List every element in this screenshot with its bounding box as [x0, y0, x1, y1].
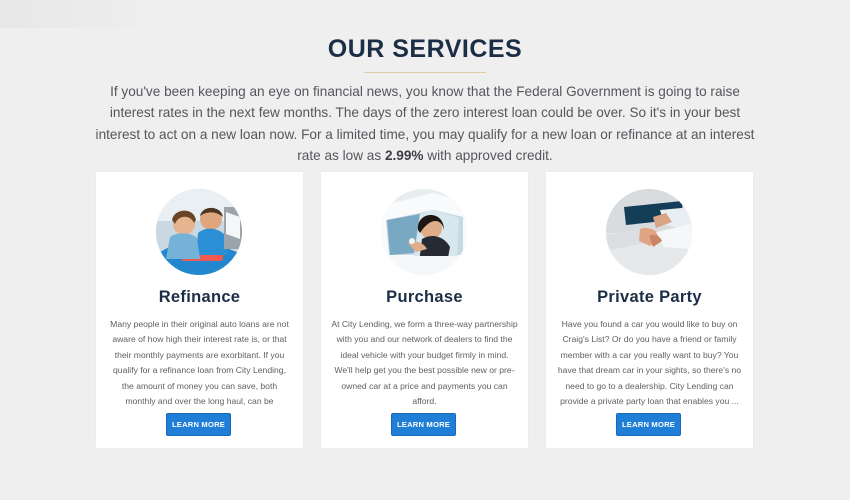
services-title: OUR SERVICES [327, 35, 523, 63]
purchase-image [381, 189, 467, 275]
service-card-private-party: Private Party Have you found a car you w… [546, 172, 753, 448]
private-party-title: Private Party [597, 288, 702, 306]
refinance-learn-more-button[interactable]: LEARN MORE [166, 413, 231, 436]
intro-rate: 2.99% [384, 148, 424, 164]
purchase-title: Purchase [386, 288, 463, 306]
title-divider [364, 72, 486, 73]
purchase-description: At City Lending, we form a three-way par… [331, 319, 518, 407]
intro-suffix: with approved credit. [423, 148, 553, 164]
purchase-learn-more-button[interactable]: LEARN MORE [391, 413, 456, 436]
private-party-description: Have you found a car you would like to b… [557, 319, 742, 407]
service-card-purchase: Purchase At City Lending, we form a thre… [321, 172, 528, 448]
top-left-fade [0, 0, 170, 28]
services-page: OUR SERVICES If you've been keeping an e… [0, 0, 850, 500]
refinance-description: Many people in their original auto loans… [110, 319, 289, 421]
refinance-title: Refinance [158, 288, 241, 306]
services-intro: If you've been keeping an eye on financi… [95, 81, 755, 167]
refinance-image [156, 189, 242, 275]
private-party-image [606, 189, 692, 275]
service-card-refinance: Refinance Many people in their original … [96, 172, 303, 448]
private-party-learn-more-button[interactable]: LEARN MORE [616, 413, 681, 436]
